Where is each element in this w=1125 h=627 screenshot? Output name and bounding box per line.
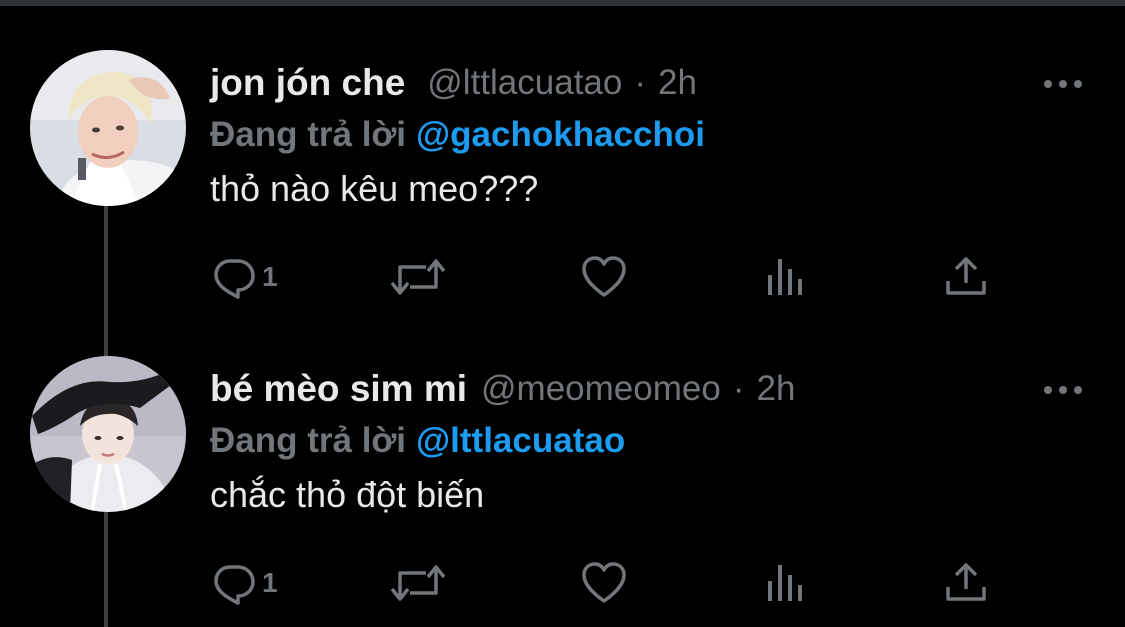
replying-to: Đang trả lời @gachokhacchoi [210, 112, 705, 158]
tweet-header: jon jón che @lttlacuatao · 2h [210, 58, 697, 108]
reply-count: 1 [262, 567, 278, 598]
tweet[interactable]: bé mèo sim mi @meomeomeo · 2h Đang trả l… [0, 356, 1125, 627]
more-icon[interactable] [1039, 66, 1087, 102]
more-icon[interactable] [1039, 372, 1087, 408]
top-divider [0, 0, 1125, 6]
retweet-button[interactable] [388, 556, 448, 610]
like-button[interactable] [580, 250, 628, 304]
reply-count: 1 [262, 261, 278, 292]
share-icon [942, 253, 990, 301]
tweet-text: thỏ nào kêu meo??? [210, 168, 539, 209]
analytics-button[interactable] [766, 556, 806, 610]
reply-icon [210, 559, 258, 607]
like-icon [580, 253, 628, 301]
tweet-header: bé mèo sim mi @meomeomeo · 2h [210, 364, 795, 414]
separator-dot: · [634, 63, 647, 102]
user-handle[interactable]: @meomeomeo [481, 369, 721, 409]
replying-to-handle[interactable]: @gachokhacchoi [416, 115, 705, 155]
like-button[interactable] [580, 556, 628, 610]
avatar[interactable] [30, 50, 186, 206]
tweet-actions: 1 [210, 250, 1000, 304]
replying-to: Đang trả lời @lttlacuatao [210, 418, 625, 464]
analytics-button[interactable] [766, 250, 806, 304]
analytics-icon [766, 253, 806, 301]
separator-dot: · [732, 369, 745, 408]
retweet-button[interactable] [388, 250, 448, 304]
share-button[interactable] [942, 556, 990, 610]
tweet-actions: 1 [210, 556, 1000, 610]
analytics-icon [766, 559, 806, 607]
replying-prefix: Đang trả lời [210, 115, 407, 154]
tweet-text: chắc thỏ đột biến [210, 474, 485, 515]
retweet-icon [388, 253, 448, 301]
display-name[interactable]: jon jón che [210, 62, 405, 104]
avatar-person-black-hat-image [30, 356, 186, 512]
reply-icon [210, 253, 258, 301]
reply-button[interactable]: 1 [210, 556, 278, 610]
tweet[interactable]: jon jón che @lttlacuatao · 2h Đang trả l… [0, 50, 1125, 318]
avatar-blonde-person-image [30, 50, 186, 206]
share-button[interactable] [942, 250, 990, 304]
like-icon [580, 559, 628, 607]
timestamp[interactable]: 2h [658, 63, 697, 103]
replying-prefix: Đang trả lời [210, 421, 407, 460]
replying-to-handle[interactable]: @lttlacuatao [416, 421, 625, 461]
timestamp[interactable]: 2h [756, 369, 795, 409]
reply-button[interactable]: 1 [210, 250, 278, 304]
share-icon [942, 559, 990, 607]
user-handle[interactable]: @lttlacuatao [427, 63, 622, 103]
avatar[interactable] [30, 356, 186, 512]
display-name[interactable]: bé mèo sim mi [210, 368, 467, 410]
retweet-icon [388, 559, 448, 607]
